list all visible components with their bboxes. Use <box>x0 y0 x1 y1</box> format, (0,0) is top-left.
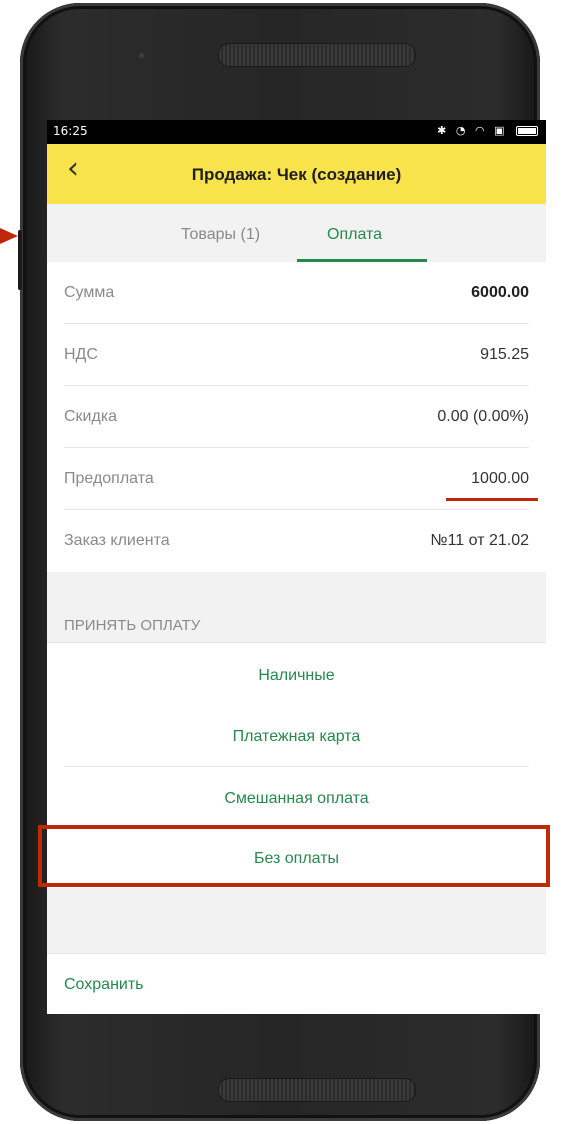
tab-payment[interactable]: Оплата <box>327 226 382 244</box>
app-bar: ‹ Продажа: Чек (создание) <box>47 144 546 204</box>
order-value: №11 от 21.02 <box>430 532 529 549</box>
volume-button <box>18 230 22 290</box>
mixed-payment-button[interactable]: Смешанная оплата <box>47 770 546 828</box>
vat-value: 915.25 <box>480 346 529 363</box>
card-button[interactable]: Платежная карта <box>47 708 546 766</box>
divider <box>64 766 529 767</box>
summary-row-discount[interactable]: Скидка 0.00 (0.00%) <box>47 386 546 448</box>
tab-bar: Товары (1) Оплата <box>47 204 546 262</box>
payment-section-title: ПРИНЯТЬ ОПЛАТУ <box>64 617 201 634</box>
annotation-arrow <box>0 228 18 244</box>
save-button[interactable]: Сохранить <box>64 976 144 994</box>
footer-spacer <box>47 888 546 953</box>
highlight-annotation <box>38 825 550 887</box>
sum-label: Сумма <box>64 284 115 301</box>
discount-value: 0.00 (0.00%) <box>437 408 529 425</box>
divider <box>47 642 546 643</box>
prepayment-value: 1000.00 <box>471 470 529 487</box>
battery-icon <box>516 126 538 136</box>
sum-value: 6000.00 <box>471 284 529 301</box>
footer-bar: Сохранить <box>47 953 546 1014</box>
vat-label: НДС <box>64 346 98 363</box>
bottom-speaker <box>218 1078 416 1102</box>
alarm-icon: ◔ <box>455 124 469 137</box>
summary-row-vat: НДС 915.25 <box>47 324 546 386</box>
status-bar: 16:25 ✱ ◔ ◠ ▣ <box>47 120 546 144</box>
summary-row-order[interactable]: Заказ клиента №11 от 21.02 <box>47 510 546 572</box>
tab-goods[interactable]: Товары (1) <box>181 226 260 244</box>
prepayment-underline-annotation <box>446 498 538 501</box>
front-camera <box>137 51 146 60</box>
sim-icon: ▣ <box>494 124 508 137</box>
cash-button[interactable]: Наличные <box>47 647 546 705</box>
prepayment-label: Предоплата <box>64 470 154 487</box>
page-title: Продажа: Чек (создание) <box>191 165 402 184</box>
discount-label: Скидка <box>64 408 118 425</box>
wifi-icon: ◠ <box>474 124 488 137</box>
earpiece-speaker <box>218 43 416 67</box>
status-time: 16:25 <box>53 124 88 138</box>
order-label: Заказ клиента <box>64 532 170 549</box>
summary-row-prepayment[interactable]: Предоплата 1000.00 <box>47 448 546 510</box>
bluetooth-icon: ✱ <box>437 124 450 137</box>
summary-row-sum: Сумма 6000.00 <box>47 262 546 324</box>
status-icons: ✱ ◔ ◠ ▣ <box>437 124 538 137</box>
